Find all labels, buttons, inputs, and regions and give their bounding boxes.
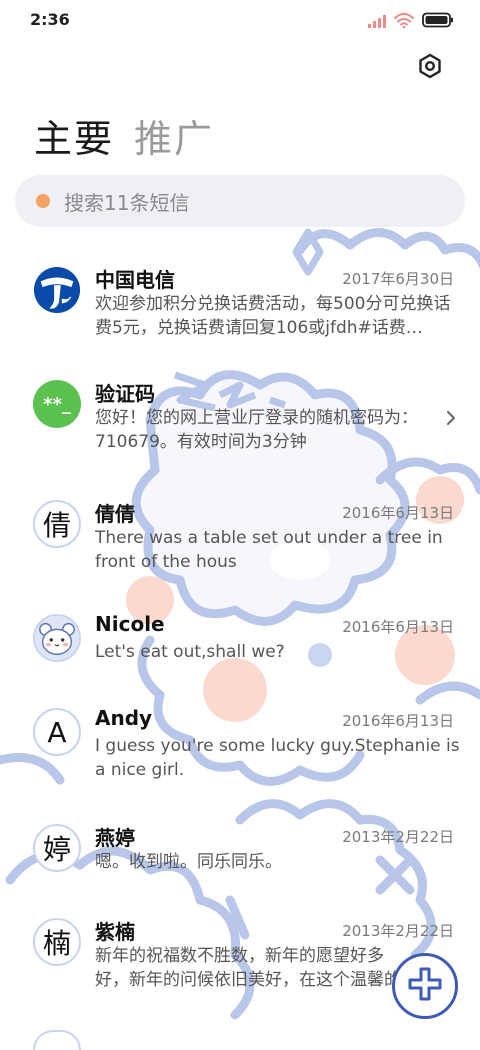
verification-code-avatar: **_: [33, 380, 81, 428]
conversation-preview: 新年的祝福数不胜数，新年的愿望好多好，新年的问候依旧美好，在这个温馨的时: [95, 946, 401, 990]
status-bar: 2:36: [0, 0, 480, 40]
battery-icon: [422, 12, 454, 32]
search-dot-icon: [36, 194, 50, 208]
gear-icon: [417, 53, 443, 83]
tab-promotions[interactable]: 推广: [134, 108, 214, 163]
conversation-preview: 您好！您的网上营业厅登录的随机密码为：710679。有效时间为3分钟: [95, 408, 418, 452]
conversation-preview: 欢迎参加积分兑换话费活动，每500分可兑换话费5元，兑换话费请回复106或jfd…: [95, 294, 451, 338]
settings-button[interactable]: [414, 52, 446, 84]
search-bar[interactable]: 搜索11条短信: [15, 175, 465, 227]
conversation-preview: I guess you're some lucky guy.Stephanie …: [95, 736, 460, 780]
compose-button[interactable]: [392, 953, 458, 1019]
contact-avatar: 楠: [33, 918, 81, 966]
conversation-date: 2017年6月30日: [342, 270, 454, 288]
conversation-preview: 嗯。收到啦。同乐同乐。: [95, 852, 282, 872]
signal-icon: [368, 13, 386, 32]
conversation-date: 2013年2月22日: [342, 922, 454, 940]
china-telecom-logo-icon: [33, 266, 81, 314]
tab-primary[interactable]: 主要: [34, 108, 114, 163]
conversation-name: 验证码: [95, 382, 155, 406]
contact-avatar: 婷: [33, 824, 81, 872]
conversation-name: Andy: [95, 706, 153, 730]
chevron-right-icon[interactable]: [446, 410, 456, 430]
search-placeholder: 搜索11条短信: [64, 190, 190, 215]
category-tabs: 主要 推广: [34, 108, 214, 163]
plus-icon: [406, 965, 444, 1007]
conversation-name: 紫楠: [95, 920, 135, 944]
conversation-date: 2016年6月13日: [342, 618, 454, 636]
contact-avatar: A: [33, 708, 81, 756]
conversation-name: 燕婷: [95, 826, 135, 850]
wifi-icon: [394, 12, 414, 32]
conversation-preview: Let's eat out,shall we?: [95, 642, 285, 662]
contact-avatar: 倩: [33, 500, 81, 548]
conversation-date: 2016年6月13日: [342, 712, 454, 730]
status-icons: [368, 12, 454, 32]
status-time: 2:36: [30, 10, 70, 29]
conversation-date: 2013年2月22日: [342, 828, 454, 846]
nicole-photo-avatar: [33, 614, 81, 662]
conversation-name: 中国电信: [95, 268, 175, 292]
conversation-preview: There was a table set out under a tree i…: [95, 528, 443, 572]
conversation-name: 倩倩: [95, 502, 135, 526]
conversation-name: Nicole: [95, 612, 165, 636]
conversation-date: 2016年6月13日: [342, 504, 454, 522]
